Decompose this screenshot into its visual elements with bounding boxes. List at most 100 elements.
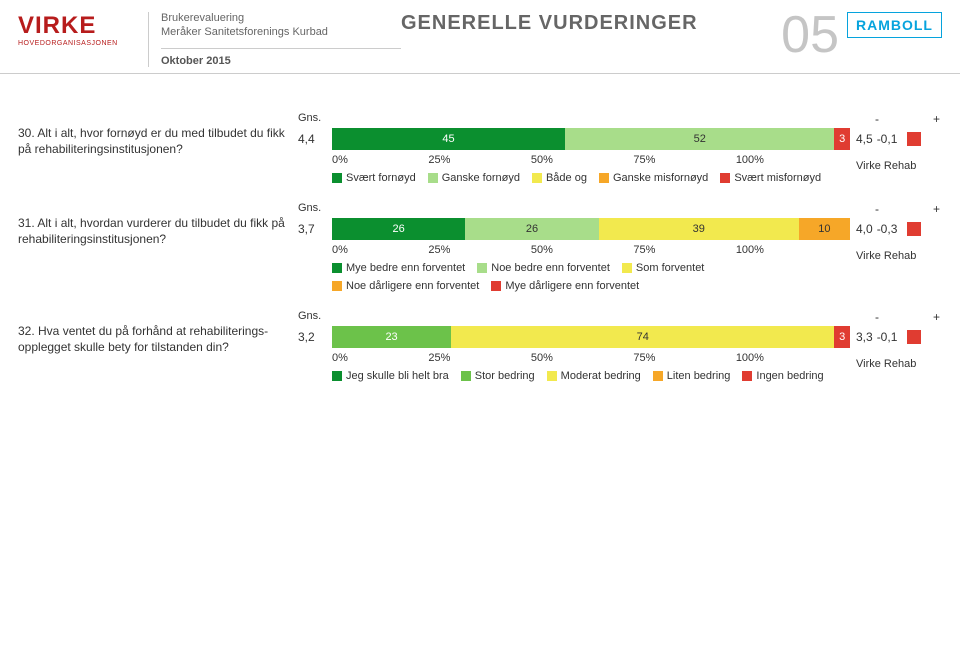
stacked-bar: 26263910 [332,218,850,240]
question-label: 30. Alt i alt, hvor fornøyd er du med ti… [18,112,298,157]
virke-logo-sub: HOVEDORGANISASJONEN [18,40,148,47]
legend-swatch [720,173,730,183]
page-title: GENERELLE VURDERINGER [401,12,773,35]
minus-icon: - [875,202,879,218]
page-header: VIRKE HOVEDORGANISASJONEN Brukerevalueri… [0,0,960,74]
axis-tick: 50% [531,352,553,364]
x-axis: 0%25%50%75%100% [332,154,764,166]
axis-tick: 25% [428,244,450,256]
axis-tick: 75% [633,352,655,364]
legend-label: Moderat bedring [561,370,641,382]
diff-indicator [907,222,921,236]
legend: Jeg skulle bli helt bra Stor bedring Moder… [332,370,850,382]
plus-minus-header: -+ [875,112,942,128]
legend-swatch [653,371,663,381]
axis-tick: 50% [531,154,553,166]
diff-value: -0,3 [877,222,903,236]
mean-header: Gns. [298,310,321,322]
compare-block: 4,5-0,1 [856,132,942,146]
axis-tick: 25% [428,154,450,166]
x-axis: 0%25%50%75%100% [332,244,764,256]
legend-label: Mye bedre enn forventet [346,262,465,274]
legend: Svært fornøyd Ganske fornøyd Både og Ganske… [332,172,850,184]
legend: Mye bedre enn forventet Noe bedre enn for… [332,262,850,292]
legend-swatch [461,371,471,381]
axis-tick: 75% [633,154,655,166]
header-meta: Brukerevaluering Meråker Sanitetsforenin… [148,12,401,67]
legend-label: Jeg skulle bli helt bra [346,370,449,382]
question-label: 31. Alt i alt, hvordan vurderer du tilbu… [18,202,298,247]
bar-segment: 39 [599,218,799,240]
stacked-bar: 45523 [332,128,850,150]
legend-label: Noe dårligere enn forventet [346,280,479,292]
legend-label: Svært misfornøyd [734,172,821,184]
legend-swatch [742,371,752,381]
question-row: 32. Hva ventet du på forhånd at rehabili… [18,310,942,382]
question-row: 30. Alt i alt, hvor fornøyd er du med ti… [18,112,942,184]
diff-indicator [907,330,921,344]
plus-icon: + [933,310,940,326]
mean-header: Gns. [298,202,321,214]
diff-indicator [907,132,921,146]
ramboll-logo: RAMBOLL [847,12,942,38]
legend-swatch [622,263,632,273]
legend-swatch [332,281,342,291]
legend-item: Noe bedre enn forventet [477,262,610,274]
legend-item: Svært fornøyd [332,172,416,184]
question-row: 31. Alt i alt, hvordan vurderer du tilbu… [18,202,942,292]
mean-value: 3,2 [298,330,326,344]
mean-header: Gns. [298,112,321,124]
legend-item: Både og [532,172,587,184]
legend-swatch [428,173,438,183]
legend-item: Liten bedring [653,370,731,382]
legend-item: Stor bedring [461,370,535,382]
legend-label: Både og [546,172,587,184]
legend-item: Som forventet [622,262,704,274]
plus-minus-header: -+ [875,310,942,326]
bar-segment: 10 [799,218,850,240]
axis-tick: 0% [332,352,348,364]
bar-segment: 26 [465,218,598,240]
bar-segment: 3 [834,128,850,150]
legend-label: Ingen bedring [756,370,823,382]
question-label: 32. Hva ventet du på forhånd at rehabili… [18,310,298,355]
question-body: Gns.-+3,2237433,3-0,10%25%50%75%100%Virk… [298,310,942,382]
legend-label: Svært fornøyd [346,172,416,184]
legend-label: Som forventet [636,262,704,274]
plus-icon: + [933,112,940,128]
legend-label: Ganske misfornøyd [613,172,708,184]
diff-value: -0,1 [877,132,903,146]
bar-line: 4,4 45523 4,5-0,1 [298,128,942,150]
minus-icon: - [875,112,879,128]
legend-item: Ganske fornøyd [428,172,520,184]
legend-label: Ganske fornøyd [442,172,520,184]
stacked-bar: 23743 [332,326,850,348]
bar-segment: 74 [451,326,834,348]
legend-swatch [532,173,542,183]
legend-item: Mye bedre enn forventet [332,262,465,274]
legend-swatch [599,173,609,183]
legend-swatch [491,281,501,291]
page-number: 05 [773,12,847,59]
legend-label: Mye dårligere enn forventet [505,280,639,292]
mean-value: 4,4 [298,132,326,146]
header-date: Oktober 2015 [161,48,401,67]
legend-item: Mye dårligere enn forventet [491,280,639,292]
legend-label: Noe bedre enn forventet [491,262,610,274]
plus-minus-header: -+ [875,202,942,218]
legend-item: Moderat bedring [547,370,641,382]
legend-swatch [332,371,342,381]
charts-container: 30. Alt i alt, hvor fornøyd er du med ti… [0,74,960,392]
question-body: Gns.-+3,7262639104,0-0,30%25%50%75%100%V… [298,202,942,292]
benchmark-label: Virke Rehab [856,250,942,262]
axis-tick: 0% [332,154,348,166]
plus-icon: + [933,202,940,218]
bar-segment: 26 [332,218,465,240]
bar-line: 3,7262639104,0-0,3 [298,218,942,240]
compare-block: 3,3-0,1 [856,330,942,344]
diff-value: -0,1 [877,330,903,344]
legend-item: Ingen bedring [742,370,823,382]
header-line2: Meråker Sanitetsforenings Kurbad [161,26,401,38]
legend-item: Noe dårligere enn forventet [332,280,479,292]
legend-swatch [477,263,487,273]
